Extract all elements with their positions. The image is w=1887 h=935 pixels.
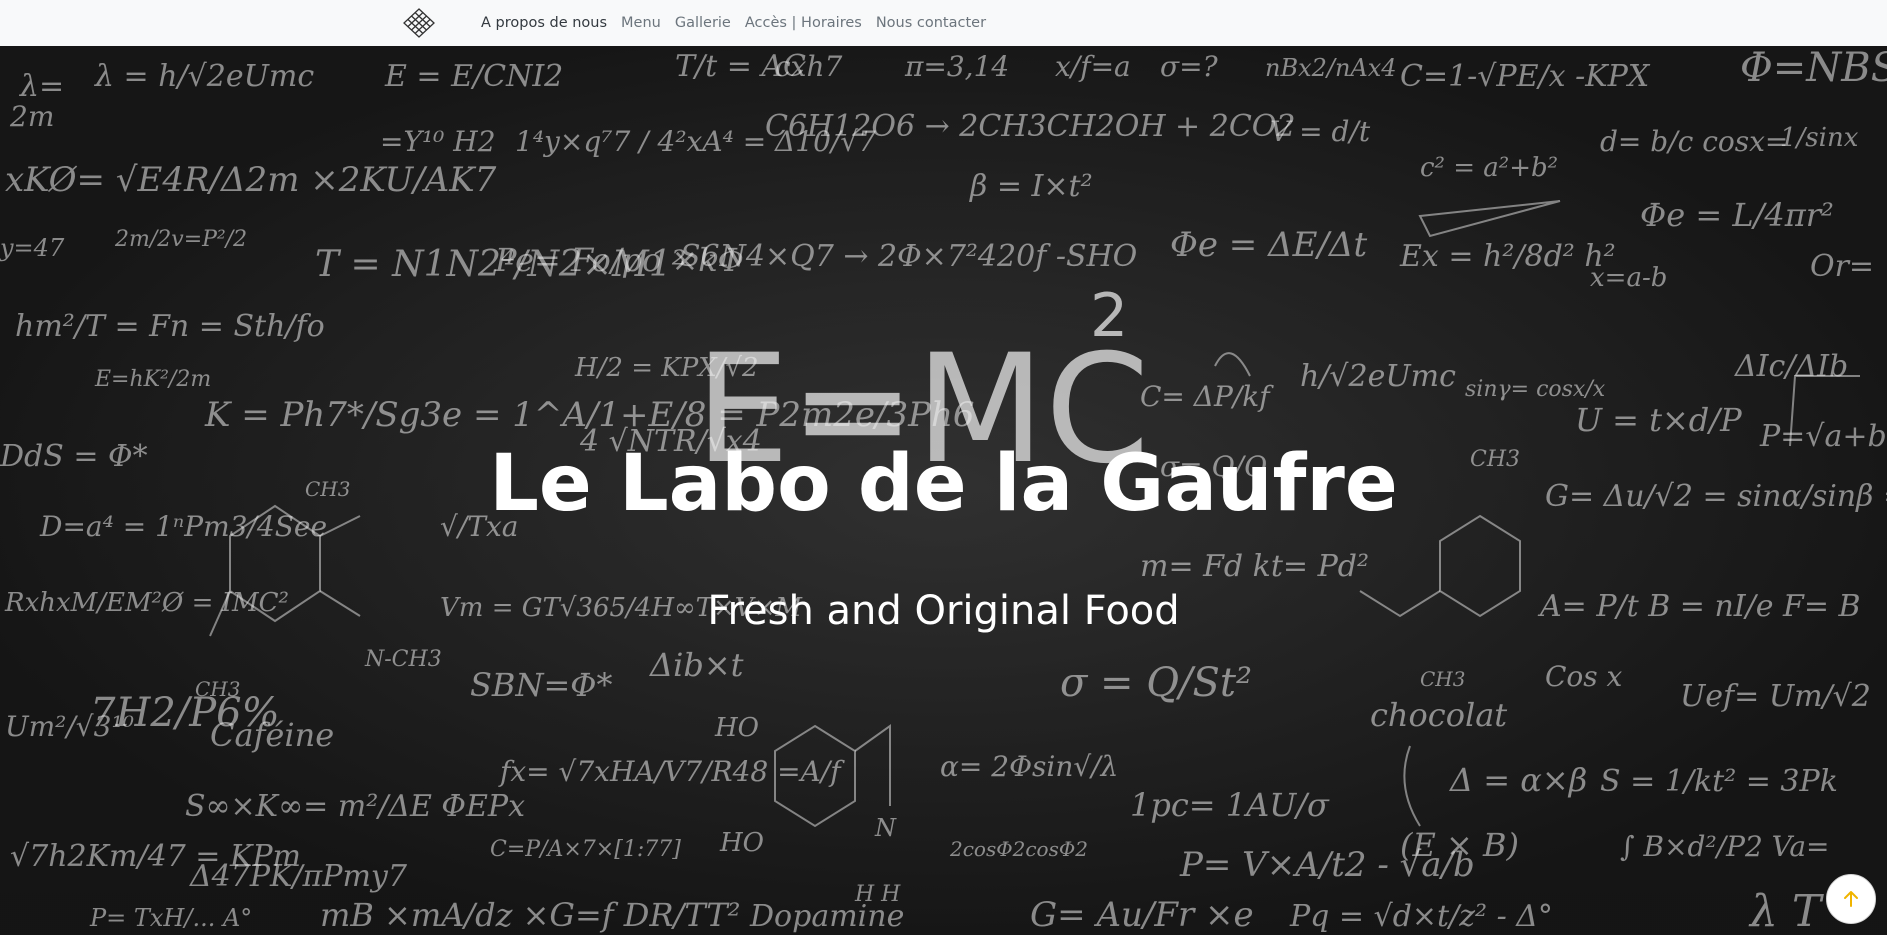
svg-text:nBx2/nAx4: nBx2/nAx4 (1265, 54, 1397, 82)
svg-text:c² = a²+b²: c² = a²+b² (1420, 153, 1558, 183)
svg-text:π=3,14: π=3,14 (904, 50, 1009, 83)
svg-text:x/f=a: x/f=a (1055, 50, 1131, 83)
svg-text:Ex = h²/8d² h²: Ex = h²/8d² h² (1399, 239, 1616, 274)
svg-text:σ = Q/St²: σ = Q/St² (1060, 660, 1252, 706)
svg-text:1pc= 1AU/σ: 1pc= 1AU/σ (1130, 786, 1330, 824)
svg-text:CH3: CH3 (1420, 667, 1465, 691)
svg-text:λ T: λ T (1748, 886, 1825, 935)
svg-text:C=P/A×7×[1:77]: C=P/A×7×[1:77] (490, 837, 681, 862)
svg-text:m= Fd kt= Pd²: m= Fd kt= Pd² (1140, 549, 1369, 584)
svg-text:C6H12O6 → 2CH3CH2OH + 2CO2: C6H12O6 → 2CH3CH2OH + 2CO2 (765, 109, 1295, 144)
svg-text:E=hK²/2m: E=hK²/2m (94, 367, 211, 392)
svg-text:sinγ= cosx/x: sinγ= cosx/x (1465, 377, 1606, 402)
svg-text:Φ=NBS: Φ=NBS (1740, 46, 1887, 91)
svg-text:Φe = L/4πr²: Φe = L/4πr² (1640, 196, 1834, 234)
svg-text:β = I×t²: β = I×t² (969, 169, 1093, 204)
nav-links: A propos de nous Menu Gallerie Accès | H… (481, 0, 1000, 46)
svg-text:2cosΦ2cosΦ2: 2cosΦ2cosΦ2 (949, 837, 1088, 861)
svg-text:(E × B): (E × B) (1400, 826, 1519, 864)
svg-text:Uef= Um/√2: Uef= Um/√2 (1680, 679, 1871, 714)
svg-text:α= 2Φsin√/λ: α= 2Φsin√/λ (940, 750, 1118, 783)
svg-text:xKØ= √E4R/Δ2m ×2KU/AK7: xKØ= √E4R/Δ2m ×2KU/AK7 (5, 160, 497, 200)
hero-section: λ= λ = h/√2eUmc E = E/CNI2 T/t = AC cxh7… (0, 46, 1887, 935)
svg-text:σ=?: σ=? (1160, 50, 1219, 83)
svg-text:S = 1/kt² = 3Pk: S = 1/kt² = 3Pk (1600, 764, 1838, 799)
svg-text:∫ B×d²/P2 Va=: ∫ B×d²/P2 Va= (1620, 830, 1829, 863)
svg-text:λ=: λ= (19, 69, 64, 104)
nav-link-menu[interactable]: Menu (621, 15, 661, 31)
nav-link-about[interactable]: A propos de nous (481, 15, 607, 31)
svg-text:U = t×d/P: U = t×d/P (1575, 401, 1742, 439)
svg-text:fx= √7xHA/V7/R48 =A/f: fx= √7xHA/V7/R48 =A/f (498, 755, 845, 788)
crosshatch-diamond-logo-icon (403, 8, 435, 38)
svg-text:C= ΔP/kf: C= ΔP/kf (1140, 380, 1274, 413)
svg-text:Cos x: Cos x (1545, 660, 1623, 693)
top-navbar: A propos de nous Menu Gallerie Accès | H… (0, 0, 1887, 46)
svg-text:SBN=Φ*: SBN=Φ* (470, 666, 612, 704)
svg-text:G= Au/Fr ×e: G= Au/Fr ×e (1030, 895, 1254, 935)
nav-link-gallery[interactable]: Gallerie (675, 15, 731, 31)
svg-text:S6N4×Q7 → 2Φ×7²420f -SHO: S6N4×Q7 → 2Φ×7²420f -SHO (680, 239, 1137, 274)
svg-text:Φe = ΔE/Δt: Φe = ΔE/Δt (1170, 225, 1367, 265)
svg-text:d= b/c cosx=: d= b/c cosx= (1600, 125, 1788, 158)
svg-text:Δ = α×β: Δ = α×β (1448, 761, 1587, 799)
svg-text:h/√2eUmc: h/√2eUmc (1300, 359, 1456, 394)
svg-text:1/sinx: 1/sinx (1780, 123, 1859, 153)
svg-text:ΔIc/ΔIb: ΔIc/ΔIb (1734, 349, 1848, 384)
svg-text:mB ×mA/dz ×G=f DR/TT²: mB ×mA/dz ×G=f DR/TT² (320, 896, 740, 934)
nav-link-access-hours[interactable]: Accès | Horaires (745, 15, 862, 31)
svg-text:2m: 2m (9, 100, 54, 133)
svg-text:=Υ¹⁰ H2: =Υ¹⁰ H2 (380, 125, 496, 158)
svg-text:C=1-√PE/x -KPX: C=1-√PE/x -KPX (1400, 59, 1651, 94)
svg-text:Pq = √d×t/z² - Δ°: Pq = √d×t/z² - Δ° (1289, 899, 1553, 934)
svg-text:H H: H H (854, 882, 901, 907)
svg-text:P= TxH/... A°: P= TxH/... A° (89, 904, 252, 932)
svg-text:cxh7: cxh7 (775, 50, 843, 83)
svg-text:x=a-b: x=a-b (1590, 263, 1667, 293)
svg-text:y=47: y=47 (0, 234, 65, 262)
svg-text:chocolat: chocolat (1370, 696, 1507, 734)
svg-text:λ = h/√2eUmc: λ = h/√2eUmc (94, 59, 314, 94)
svg-text:hm²/T = Fn = Sth/fo: hm²/T = Fn = Sth/fo (15, 309, 325, 344)
arrow-up-icon (1844, 891, 1858, 907)
svg-text:Δ47PK/πPmy7: Δ47PK/πPmy7 (189, 859, 408, 894)
nav-link-contact[interactable]: Nous contacter (876, 15, 986, 31)
svg-text:S∞×K∞= m²/ΔE ΦEPx: S∞×K∞= m²/ΔE ΦEPx (185, 789, 525, 824)
brand-logo[interactable] (400, 6, 438, 40)
svg-text:N: N (874, 814, 897, 842)
svg-text:E = E/CNI2: E = E/CNI2 (384, 59, 563, 94)
svg-text:Or=: Or= (1810, 249, 1874, 284)
svg-text:HO: HO (719, 828, 764, 858)
hero-subtitle: Fresh and Original Food (707, 588, 1180, 634)
svg-text:CH3: CH3 (195, 677, 240, 701)
hero-title: Le Labo de la Gaufre (489, 439, 1398, 529)
svg-text:V = d/t: V = d/t (1270, 115, 1371, 148)
svg-text:Δib×t: Δib×t (648, 646, 744, 684)
svg-text:N-CH3: N-CH3 (364, 647, 442, 672)
svg-text:HO: HO (714, 713, 759, 743)
svg-text:Caféine: Caféine (210, 716, 334, 754)
svg-text:2m/2v=P²/2: 2m/2v=P²/2 (114, 227, 247, 252)
svg-text:2: 2 (1090, 281, 1128, 351)
scroll-to-top-button[interactable] (1826, 874, 1876, 924)
